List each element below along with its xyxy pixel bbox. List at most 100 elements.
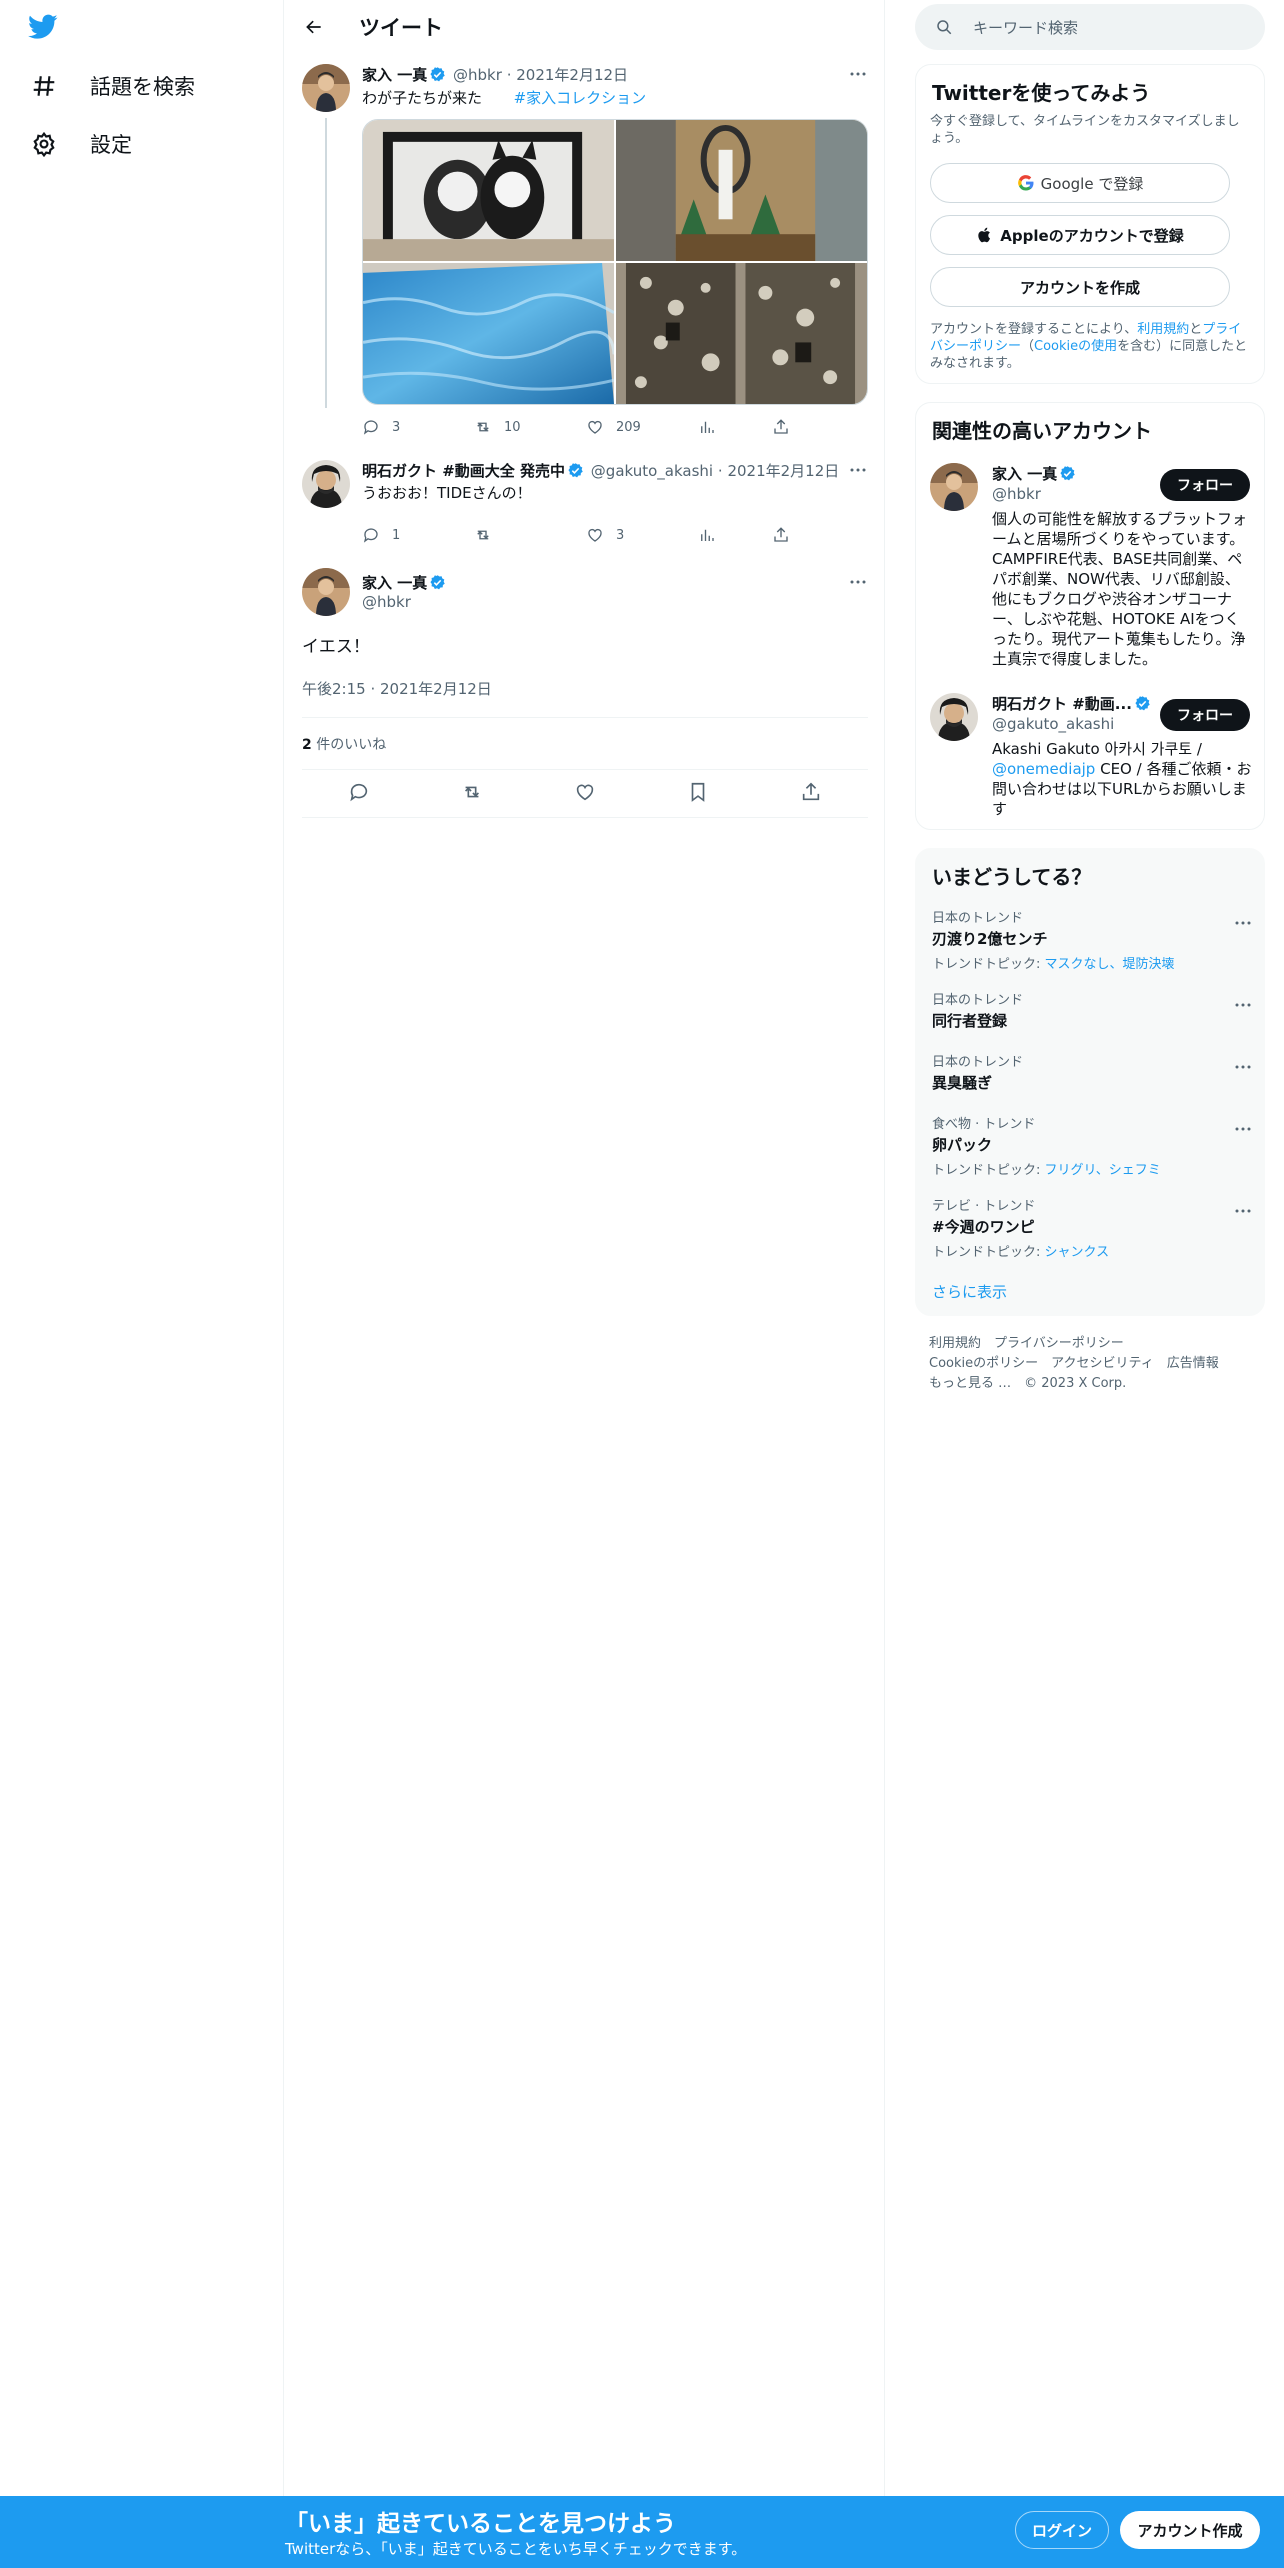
avatar[interactable] [930, 463, 978, 511]
signup-title: Twitterを使ってみよう [932, 81, 1151, 105]
reply-action[interactable]: 1 [362, 526, 474, 544]
author-name[interactable]: 明石ガクト #動画大全 発売中 [362, 462, 565, 480]
reply-count: 1 [392, 527, 401, 543]
avatar[interactable] [302, 460, 350, 508]
account-name: 家入 一真 [992, 465, 1058, 483]
follow-button[interactable]: フォロー [1160, 699, 1250, 731]
author-handle[interactable]: @hbkr [362, 593, 411, 611]
more-options-icon[interactable] [1234, 1199, 1252, 1218]
search-input[interactable]: キーワード検索 [973, 17, 1078, 38]
tweet-media-grid[interactable] [362, 119, 868, 405]
search-box[interactable]: キーワード検索 [915, 4, 1265, 50]
share-icon[interactable] [800, 781, 822, 807]
author-handle[interactable]: @gakuto_akashi [591, 462, 713, 480]
reply-icon[interactable] [348, 781, 370, 807]
media-photo-3[interactable] [363, 263, 614, 404]
separator-dot: · [717, 462, 723, 480]
avatar[interactable] [930, 693, 978, 741]
more-options-icon[interactable] [1234, 1117, 1252, 1136]
twitter-bird-icon[interactable] [28, 14, 62, 42]
nav-settings[interactable]: 設定 [28, 124, 132, 164]
account-name: 明石ガクト #動画... [992, 695, 1132, 713]
trend-topics-links[interactable]: シャンクス [1045, 1245, 1110, 1260]
trend-item[interactable]: 日本のトレンド 刃渡り2億センチ トレンドトピック: マスクなし、堤防決壊 [932, 907, 1252, 972]
tweet-timestamp[interactable]: 午後2:15 · 2021年2月12日 [302, 678, 492, 699]
more-options-icon[interactable] [845, 572, 871, 592]
google-signup-label: Google で登録 [1040, 174, 1144, 193]
trend-topics-links[interactable]: フリグリ、シェフミ [1045, 1163, 1161, 1178]
account-name-row[interactable]: 家入 一真 [992, 463, 1078, 484]
reply-action[interactable]: 3 [362, 418, 474, 436]
views-action[interactable] [698, 526, 772, 544]
verified-badge-icon [1134, 695, 1151, 712]
media-photo-4[interactable] [616, 263, 867, 404]
likes-count-row[interactable]: 2 件のいいね [302, 734, 386, 754]
google-signup-button[interactable]: Google で登録 [930, 163, 1230, 203]
trend-category: 日本のトレンド [932, 993, 1024, 1008]
more-options-icon[interactable] [1234, 993, 1252, 1012]
likes-number: 2 [302, 737, 312, 753]
account-name-row[interactable]: 明石ガクト #動画... [992, 693, 1153, 714]
footer-line-1[interactable]: 利用規約 プライバシーポリシー [929, 1334, 1219, 1354]
heart-icon[interactable] [574, 781, 596, 807]
trends-title: いまどうしてる？ [932, 865, 1092, 889]
share-action[interactable] [772, 418, 802, 436]
author-name[interactable]: 家入 一真 [362, 66, 427, 84]
avatar[interactable] [302, 568, 350, 616]
separator-dot: · [506, 66, 512, 84]
reply-icon [363, 420, 378, 435]
focused-tweet-actions [302, 776, 868, 812]
follow-button[interactable]: フォロー [1160, 469, 1250, 501]
more-options-icon[interactable] [845, 64, 871, 84]
tweet-date[interactable]: 2021年2月12日 [727, 462, 839, 480]
views-action[interactable] [698, 418, 772, 436]
media-photo-2[interactable] [616, 120, 867, 261]
tweet-date[interactable]: 2021年2月12日 [516, 66, 628, 84]
signup-subtitle: 今すぐ登録して、タイムラインをカスタマイズしましょう。 [930, 114, 1240, 146]
verified-badge-icon [1059, 465, 1076, 482]
retweet-icon[interactable] [461, 781, 483, 807]
account-handle[interactable]: @gakuto_akashi [992, 715, 1114, 733]
footer-line-2[interactable]: Cookieのポリシー アクセシビリティ 広告情報 [929, 1354, 1219, 1374]
footer-line-3[interactable]: もっと見る … © 2023 X Corp. [929, 1374, 1219, 1394]
more-options-icon[interactable] [845, 460, 871, 480]
apple-logo-icon [978, 227, 991, 243]
author-name[interactable]: 家入 一真 [362, 574, 427, 592]
trend-item[interactable]: 食べ物 · トレンド 卵パック トレンドトピック: フリグリ、シェフミ [932, 1113, 1252, 1178]
signup-button[interactable]: アカウント作成 [1120, 2511, 1260, 2549]
trend-item[interactable]: 日本のトレンド 異臭騒ぎ [932, 1051, 1252, 1093]
like-action[interactable]: 3 [586, 526, 698, 544]
login-button[interactable]: ログイン [1015, 2511, 1109, 2549]
show-more-link[interactable]: さらに表示 [932, 1281, 1007, 1302]
back-arrow-icon[interactable] [299, 12, 329, 42]
more-options-icon[interactable] [1234, 911, 1252, 930]
share-action[interactable] [772, 526, 802, 544]
related-title: 関連性の高いアカウント [932, 419, 1152, 443]
reply-count: 3 [392, 419, 401, 435]
create-account-button[interactable]: アカウントを作成 [930, 267, 1230, 307]
hashtag-link[interactable]: #家入コレクション [514, 89, 647, 107]
bookmark-icon[interactable] [687, 781, 709, 807]
trend-item[interactable]: テレビ · トレンド #今週のワンピ トレンドトピック: シャンクス [932, 1195, 1252, 1260]
retweet-action[interactable] [474, 526, 586, 544]
trend-item[interactable]: 日本のトレンド 同行者登録 [932, 989, 1252, 1031]
apple-signup-button[interactable]: Appleのアカウントで登録 [930, 215, 1230, 255]
trend-topics: トレンドトピック: マスクなし、堤防決壊 [932, 953, 1252, 972]
cookie-link[interactable]: Cookieの使用 [1034, 339, 1117, 354]
avatar[interactable] [302, 64, 350, 112]
create-account-label: アカウントを作成 [1019, 278, 1140, 297]
views-chart-icon [701, 529, 714, 541]
bio-mention-link[interactable]: @onemediajp [992, 760, 1095, 778]
author-handle[interactable]: @hbkr [453, 66, 502, 84]
more-options-icon[interactable] [1234, 1055, 1252, 1074]
main-column: ツイート 家入 一真 @hbkr · 2021年2月12日 わが子たちが来た #… [285, 0, 885, 2496]
retweet-action[interactable]: 10 [474, 418, 586, 436]
terms-link[interactable]: 利用規約 [1137, 322, 1189, 337]
footer-links: 利用規約 プライバシーポリシー Cookieのポリシー アクセシビリティ 広告情… [929, 1334, 1219, 1394]
trend-topics-links[interactable]: マスクなし、堤防決壊 [1045, 957, 1175, 972]
media-photo-1[interactable] [363, 120, 614, 261]
like-action[interactable]: 209 [586, 418, 698, 436]
nav-explore[interactable]: 話題を検索 [28, 66, 195, 106]
account-handle[interactable]: @hbkr [992, 485, 1041, 503]
trend-topics: トレンドトピック: シャンクス [932, 1241, 1252, 1260]
